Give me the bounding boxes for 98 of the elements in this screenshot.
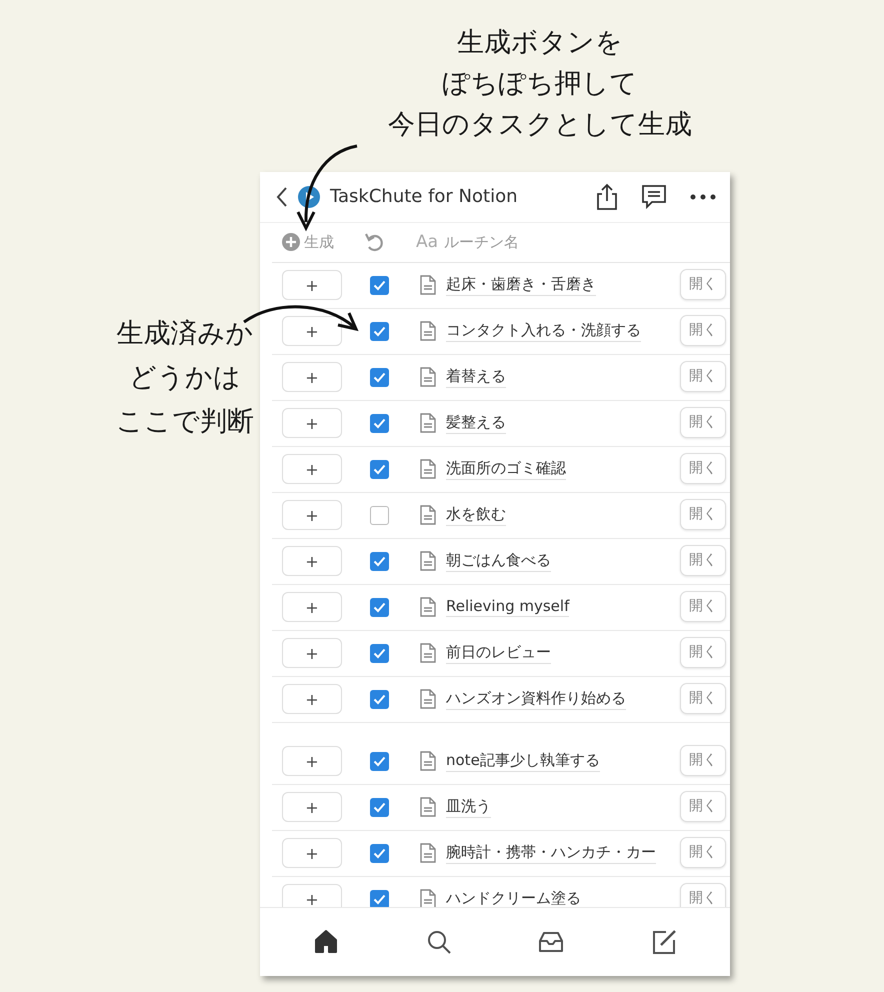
share-icon[interactable]	[596, 182, 618, 211]
add-button[interactable]: +	[282, 746, 342, 776]
add-button[interactable]: +	[282, 592, 342, 622]
checkbox[interactable]	[370, 322, 389, 341]
row-title[interactable]: コンタクト入れる・洗顔する	[446, 320, 641, 342]
annotation-text: ぽちぽち押して	[442, 67, 638, 101]
add-button[interactable]: +	[282, 316, 342, 346]
row-title[interactable]: ハンズオン資料作り始める	[446, 688, 626, 710]
page-icon	[420, 321, 436, 342]
open-button[interactable]: 開く	[680, 268, 726, 300]
check-icon	[373, 280, 386, 291]
add-button[interactable]: +	[282, 362, 342, 392]
add-button[interactable]: +	[282, 454, 342, 484]
page-icon	[420, 551, 436, 572]
check-icon	[373, 648, 386, 659]
page-icon	[420, 505, 436, 526]
page-icon	[420, 797, 436, 818]
play-icon	[298, 186, 320, 208]
annotation-text: どうかは	[129, 361, 241, 395]
check-icon	[373, 326, 386, 337]
checkbox[interactable]	[370, 368, 389, 387]
open-button[interactable]: 開く	[680, 744, 726, 776]
check-icon	[373, 464, 386, 475]
add-button[interactable]: +	[282, 546, 342, 576]
open-button[interactable]: 開く	[680, 314, 726, 346]
add-button[interactable]: +	[282, 792, 342, 822]
check-icon	[373, 894, 386, 905]
page-icon	[420, 751, 436, 772]
checkbox[interactable]	[370, 506, 389, 525]
check-icon	[373, 848, 386, 859]
row-title[interactable]: 水を飲む	[446, 504, 506, 526]
add-button[interactable]: +	[282, 500, 342, 530]
add-icon	[282, 233, 300, 252]
open-button[interactable]: 開く	[680, 406, 726, 438]
open-button[interactable]: 開く	[680, 790, 726, 822]
checkbox[interactable]	[370, 414, 389, 433]
row-title[interactable]: ハンドクリーム塗る	[446, 888, 581, 908]
annotation-text: 生成済みか	[116, 317, 254, 351]
undo-icon	[364, 231, 384, 254]
row-title[interactable]: 起床・歯磨き・舌磨き	[446, 274, 596, 296]
back-icon[interactable]	[276, 186, 288, 208]
page-icon	[420, 459, 436, 480]
page-title: TaskChute for Notion	[330, 186, 519, 208]
row-title[interactable]: 着替える	[446, 366, 506, 388]
annotation-text: 生成ボタンを	[457, 26, 623, 60]
open-button[interactable]: 開く	[680, 636, 726, 668]
check-icon	[373, 372, 386, 383]
check-icon	[373, 556, 386, 567]
page-icon	[420, 689, 436, 710]
page-icon	[420, 843, 436, 864]
checkbox[interactable]	[370, 752, 389, 771]
annotation-text: ここで判断	[116, 405, 254, 439]
checkbox[interactable]	[370, 598, 389, 617]
annotation-text: 今日のタスクとして生成	[388, 108, 692, 142]
row-title[interactable]: 朝ごはん食べる	[446, 550, 551, 572]
check-icon	[373, 418, 386, 429]
add-button[interactable]: +	[282, 270, 342, 300]
add-button[interactable]: +	[282, 684, 342, 714]
checkbox[interactable]	[370, 552, 389, 571]
row-title[interactable]: Relieving myself	[446, 597, 570, 618]
open-button[interactable]: 開く	[680, 452, 726, 484]
open-button[interactable]: 開く	[680, 360, 726, 392]
row-title[interactable]: 腕時計・携帯・ハンカチ・カー	[446, 842, 656, 864]
add-button[interactable]: +	[282, 408, 342, 438]
checkbox[interactable]	[370, 460, 389, 479]
open-button[interactable]: 開く	[680, 882, 726, 908]
page-icon	[420, 413, 436, 434]
add-button[interactable]: +	[282, 838, 342, 868]
checkbox[interactable]	[370, 690, 389, 709]
checkbox[interactable]	[370, 844, 389, 863]
check-icon	[373, 802, 386, 813]
add-button[interactable]: +	[282, 884, 342, 908]
row-title[interactable]: 髪整える	[446, 412, 506, 434]
page-icon	[420, 597, 436, 618]
text-type-icon: Aa	[416, 232, 438, 252]
checkbox[interactable]	[370, 890, 389, 908]
row-title[interactable]: 皿洗う	[446, 796, 491, 818]
page-icon	[420, 275, 436, 296]
row-title[interactable]: note記事少し執筆する	[446, 750, 600, 772]
comment-icon[interactable]	[640, 182, 668, 211]
check-icon	[373, 756, 386, 767]
check-icon	[373, 694, 386, 705]
more-icon[interactable]	[690, 194, 716, 200]
row-title[interactable]: 洗面所のゴミ確認	[446, 458, 566, 480]
page-icon	[420, 367, 436, 388]
checkbox[interactable]	[370, 276, 389, 295]
page-icon	[420, 643, 436, 664]
open-button[interactable]: 開く	[680, 498, 726, 530]
row-title[interactable]: 前日のレビュー	[446, 642, 551, 664]
open-button[interactable]: 開く	[680, 590, 726, 622]
checkbox[interactable]	[370, 644, 389, 663]
checkbox[interactable]	[370, 798, 389, 817]
open-button[interactable]: 開く	[680, 682, 726, 714]
page-icon	[420, 889, 436, 908]
check-icon	[373, 602, 386, 613]
open-button[interactable]: 開く	[680, 544, 726, 576]
open-button[interactable]: 開く	[680, 836, 726, 868]
add-button[interactable]: +	[282, 638, 342, 668]
